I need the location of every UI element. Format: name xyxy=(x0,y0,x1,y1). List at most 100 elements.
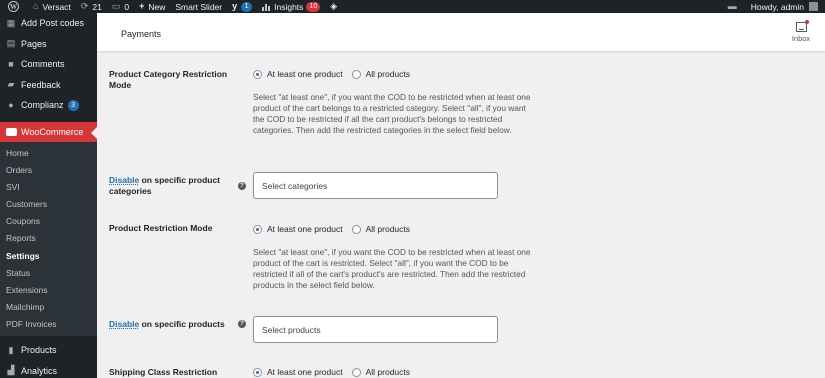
disable-products-link[interactable]: Disable xyxy=(109,319,139,329)
sidebar-item-label: Feedback xyxy=(21,79,61,90)
products-icon: ▮ xyxy=(8,344,14,355)
wordpress-menu[interactable]: W xyxy=(0,0,28,13)
category-mode-at-least-one[interactable]: At least one product xyxy=(253,69,343,79)
shipping-mode-label: Shipping Class Restriction xyxy=(109,367,218,377)
sidebar-item-label: Products xyxy=(21,345,57,356)
radio-unchecked[interactable] xyxy=(351,367,361,377)
page-icon: ▤ xyxy=(6,38,16,49)
products-select-placeholder: Select products xyxy=(262,324,321,335)
category-mode-radios: At least one product All products xyxy=(253,69,419,79)
submenu-customers[interactable]: Customers xyxy=(0,196,97,213)
diamond-menu[interactable]: ◈ xyxy=(325,0,346,13)
site-name: Versact xyxy=(42,1,71,12)
category-mode-description: Select "at least one", if you want the C… xyxy=(253,92,531,135)
insights-badge: 10 xyxy=(306,1,321,12)
radio-unchecked[interactable] xyxy=(351,224,361,234)
products-select[interactable]: Select products xyxy=(253,316,498,343)
sidebar-item-label: Complianz xyxy=(21,100,64,111)
radio-unchecked[interactable] xyxy=(351,69,361,79)
disable-categories-link[interactable]: Disable xyxy=(109,175,139,185)
yoast-badge: 1 xyxy=(241,1,253,12)
label-text: on specific products xyxy=(139,319,225,329)
disable-categories-label: Disable on specific product categories xyxy=(109,175,234,197)
new-label: New xyxy=(148,1,166,12)
submenu-orders[interactable]: Orders xyxy=(0,162,97,179)
sidebar-item-label: Pages xyxy=(21,38,47,49)
radio-label: All products xyxy=(365,367,411,377)
submenu-mailchimp[interactable]: Mailchimp xyxy=(0,299,97,316)
sidebar-item-pages[interactable]: ▤ Pages xyxy=(0,34,97,55)
radio-label: At least one product xyxy=(267,69,343,79)
product-mode-radios: At least one product All products xyxy=(253,224,419,234)
inbox-label: Inbox xyxy=(791,34,811,43)
help-icon[interactable]: ? xyxy=(238,182,246,190)
submenu-reports[interactable]: Reports xyxy=(0,230,97,247)
updates-icon: ⟳ xyxy=(80,1,89,11)
help-icon[interactable]: ? xyxy=(238,320,246,328)
categories-select-placeholder: Select categories xyxy=(262,180,328,191)
account-menu[interactable]: Howdy, admin xyxy=(746,0,825,13)
sidebar-item-label: Comments xyxy=(21,59,65,70)
radio-label: At least one product xyxy=(267,367,343,377)
sidebar-item-label: Add Post codes xyxy=(21,18,85,29)
submenu-svi[interactable]: SVI xyxy=(0,179,97,196)
product-mode-all[interactable]: All products xyxy=(351,224,411,234)
submenu-home[interactable]: Home xyxy=(0,145,97,162)
wordpress-logo-icon: W xyxy=(8,1,19,12)
new-content-menu[interactable]: + New xyxy=(134,0,170,13)
product-mode-label: Product Restriction Mode xyxy=(109,223,213,233)
radio-label: All products xyxy=(365,224,411,234)
submenu-status[interactable]: Status xyxy=(0,265,97,282)
shipping-mode-at-least-one[interactable]: At least one product xyxy=(253,367,343,377)
smart-slider-menu[interactable]: Smart Slider xyxy=(170,0,227,13)
sidebar-item-complianz[interactable]: ● Complianz 3 xyxy=(0,95,97,116)
screen-icon: ▬ xyxy=(727,1,737,11)
submenu-pdf-invoices[interactable]: PDF Invoices xyxy=(0,316,97,333)
sidebar-item-analytics[interactable]: ▟ Analytics xyxy=(0,361,97,378)
product-mode-description: Select "at least one", if you want the C… xyxy=(253,247,531,290)
page-header: Payments Inbox xyxy=(97,13,825,52)
radio-checked[interactable] xyxy=(253,367,262,377)
submenu-extensions[interactable]: Extensions xyxy=(0,282,97,299)
shipping-mode-radios: At least one product All products xyxy=(253,367,419,377)
avatar xyxy=(809,2,818,11)
comments-count: 0 xyxy=(124,1,130,12)
notification-dot xyxy=(804,20,809,24)
woocommerce-submenu: Home Orders SVI Customers Coupons Report… xyxy=(0,142,97,337)
sidebar-item-products[interactable]: ▮ Products xyxy=(0,340,97,361)
comment-icon: ■ xyxy=(8,59,14,70)
disable-products-label: Disable on specific products xyxy=(109,319,244,330)
radio-checked[interactable] xyxy=(253,69,262,79)
sidebar-item-woocommerce[interactable]: WooCommerce xyxy=(0,121,97,142)
admin-sidebar: ▦ Add Post codes ▤ Pages ■ Comments ▰ Fe… xyxy=(0,13,97,378)
inbox-button[interactable]: Inbox xyxy=(789,20,813,43)
submenu-settings[interactable]: Settings xyxy=(0,248,97,265)
updates-link[interactable]: ⟳ 21 xyxy=(76,0,107,13)
insights-menu[interactable]: Insights 10 xyxy=(257,0,325,13)
plus-icon: + xyxy=(139,1,145,11)
updates-count: 21 xyxy=(92,1,102,12)
howdy-text: Howdy, admin xyxy=(750,1,804,12)
submenu-coupons[interactable]: Coupons xyxy=(0,213,97,230)
analytics-icon: ▟ xyxy=(7,365,15,376)
shipping-mode-all[interactable]: All products xyxy=(351,367,411,377)
radio-label: All products xyxy=(365,69,411,79)
insights-label: Insights xyxy=(274,1,304,12)
yoast-menu[interactable]: y 1 xyxy=(227,0,257,13)
admin-bar: W ⌂ Versact ⟳ 21 ▭ 0 + New Smart Slider … xyxy=(0,0,825,13)
radio-checked[interactable] xyxy=(253,224,262,234)
sidebar-item-feedback[interactable]: ▰ Feedback xyxy=(0,75,97,96)
site-name-link[interactable]: ⌂ Versact xyxy=(28,0,76,13)
yoast-icon: y xyxy=(232,1,238,11)
screen-options-link[interactable]: ▬ xyxy=(723,0,746,13)
product-mode-at-least-one[interactable]: At least one product xyxy=(253,224,343,234)
smart-slider-label: Smart Slider xyxy=(175,1,223,12)
category-mode-all[interactable]: All products xyxy=(351,69,411,79)
woocommerce-icon xyxy=(5,127,17,136)
categories-select[interactable]: Select categories xyxy=(253,172,498,199)
sidebar-item-add-post-codes[interactable]: ▦ Add Post codes xyxy=(0,13,97,34)
feedback-icon: ▰ xyxy=(7,79,15,90)
comments-link[interactable]: ▭ 0 xyxy=(107,0,134,13)
complianz-badge: 3 xyxy=(67,99,79,111)
sidebar-item-comments[interactable]: ■ Comments xyxy=(0,54,97,75)
